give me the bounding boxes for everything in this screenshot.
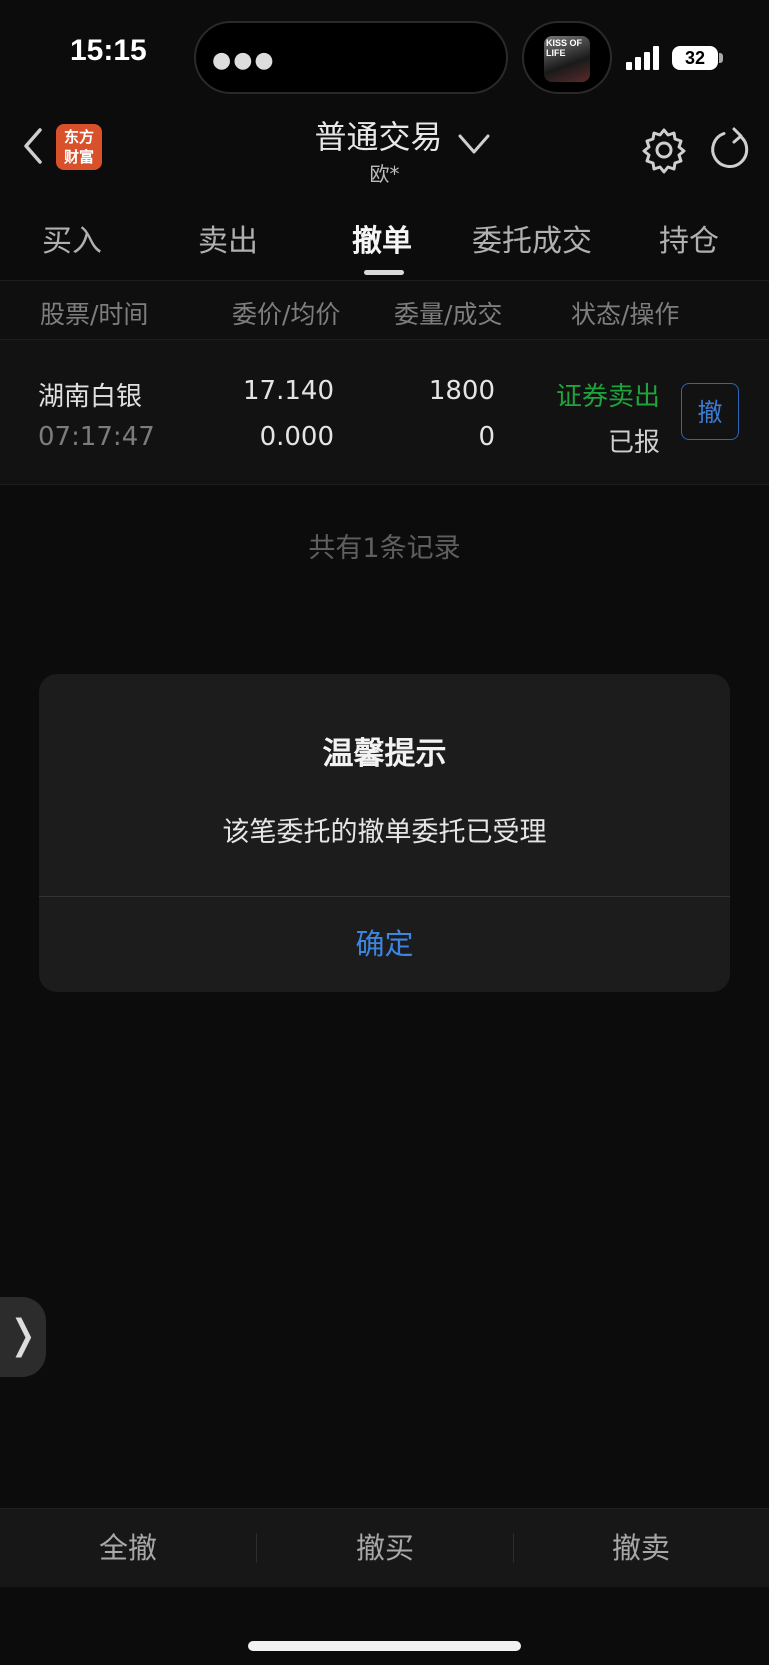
- battery-cap: [719, 53, 723, 63]
- ellipsis-icon: ●●●: [212, 48, 276, 73]
- refresh-icon[interactable]: [704, 126, 752, 174]
- order-time: 07:17:47: [38, 422, 155, 452]
- side-expand-handle[interactable]: ❭: [0, 1297, 46, 1377]
- tab-orders-deals[interactable]: 委托成交: [472, 216, 592, 260]
- col-stock-time: 股票/时间: [40, 300, 149, 329]
- tab-buy[interactable]: 买入: [42, 216, 102, 260]
- home-indicator[interactable]: [248, 1641, 521, 1651]
- bottom-action-bar: 全撤 撤买 撤卖: [0, 1508, 769, 1587]
- cancel-order-button[interactable]: 撤: [681, 383, 739, 440]
- average-price: 0.000: [259, 422, 334, 452]
- chevron-right-icon: ❭: [6, 1312, 40, 1358]
- tab-positions[interactable]: 持仓: [659, 216, 719, 260]
- cancel-all-button[interactable]: 全撤: [0, 1509, 256, 1587]
- column-headers: 股票/时间 委价/均价 委量/成交 状态/操作: [0, 280, 769, 340]
- trade-tabs: 买入 卖出 撤单 委托成交 持仓: [0, 208, 769, 278]
- col-price-avg: 委价/均价: [232, 300, 341, 329]
- album-art-text: KISS OF LIFE: [546, 38, 583, 58]
- filled-quantity: 0: [478, 422, 495, 452]
- order-price: 17.140: [243, 376, 334, 406]
- table-row[interactable]: 湖南白银 07:17:47 17.140 0.000 1800 0 证券卖出 已…: [0, 340, 769, 485]
- order-direction: 证券卖出: [555, 382, 660, 412]
- cancel-buy-button[interactable]: 撤买: [257, 1509, 513, 1587]
- album-art: KISS OF LIFE: [544, 36, 590, 82]
- dynamic-island: ●●●: [194, 21, 508, 94]
- col-status-action: 状态/操作: [571, 300, 680, 329]
- chevron-down-icon[interactable]: [456, 130, 492, 158]
- col-qty-filled: 委量/成交: [394, 300, 503, 329]
- order-status: 已报: [607, 428, 660, 458]
- dialog-title: 温馨提示: [322, 736, 447, 772]
- now-playing-island[interactable]: KISS OF LIFE: [522, 21, 612, 94]
- order-quantity: 1800: [428, 376, 495, 406]
- cellular-signal-icon: [626, 46, 659, 70]
- alert-dialog: 温馨提示 该笔委托的撤单委托已受理 确定: [39, 674, 730, 992]
- dialog-message: 该笔委托的撤单委托已受理: [222, 817, 547, 848]
- status-time: 15:15: [70, 34, 147, 67]
- tab-sell[interactable]: 卖出: [198, 216, 258, 260]
- battery-indicator: 32: [672, 46, 718, 70]
- active-tab-indicator: [364, 270, 404, 275]
- records-count: 共有1条记录: [308, 533, 461, 564]
- confirm-button[interactable]: 确定: [39, 897, 730, 992]
- page-title[interactable]: 普通交易: [314, 112, 442, 158]
- tab-cancel[interactable]: 撤单: [352, 216, 412, 260]
- stock-name: 湖南白银: [38, 382, 143, 412]
- cancel-sell-button[interactable]: 撤卖: [513, 1509, 769, 1587]
- gear-icon[interactable]: [640, 126, 688, 174]
